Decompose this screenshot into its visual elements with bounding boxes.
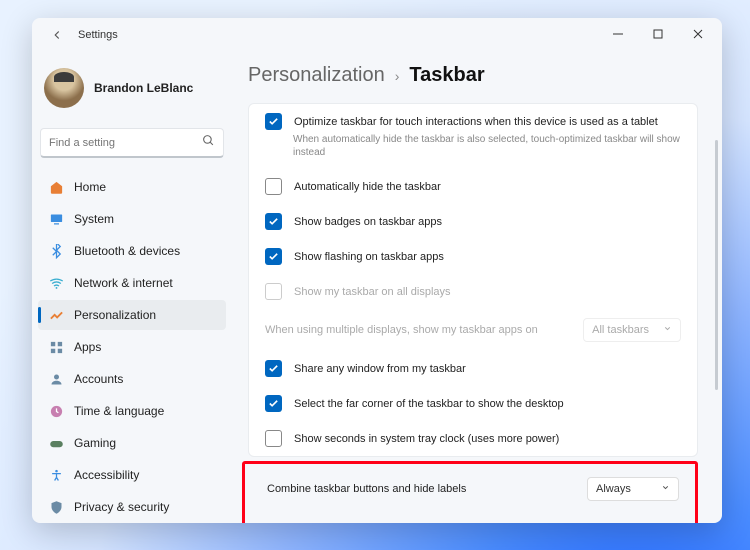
personalization-icon	[48, 307, 64, 323]
setting-label: Combine taskbar buttons and hide labels	[267, 483, 466, 495]
checkbox-icon[interactable]	[265, 395, 282, 412]
checkbox-icon[interactable]	[265, 178, 282, 195]
setting-label: Show seconds in system tray clock (uses …	[294, 433, 559, 445]
search-input[interactable]	[49, 137, 202, 149]
setting-combine-primary: Combine taskbar buttons and hide labels …	[245, 466, 695, 512]
sidebar-item-privacy[interactable]: Privacy & security	[38, 492, 226, 522]
setting-subtext: When automatically hide the taskbar is a…	[249, 133, 697, 169]
scrollbar[interactable]	[715, 140, 718, 390]
chevron-right-icon: ›	[395, 68, 400, 84]
setting-share-window[interactable]: Share any window from my taskbar	[249, 351, 697, 386]
setting-multi-display: When using multiple displays, show my ta…	[249, 309, 697, 351]
setting-label: Automatically hide the taskbar	[294, 181, 441, 193]
gaming-icon	[48, 435, 64, 451]
sidebar-item-label: Apps	[74, 340, 101, 354]
sidebar: Brandon LeBlanc Home System Bluetooth & de…	[32, 50, 232, 523]
chevron-down-icon	[661, 483, 670, 495]
system-icon	[48, 211, 64, 227]
network-icon	[48, 275, 64, 291]
setting-label: Show flashing on taskbar apps	[294, 251, 444, 263]
sidebar-item-label: Gaming	[74, 436, 116, 450]
avatar	[44, 68, 84, 108]
sidebar-item-label: Accessibility	[74, 468, 139, 482]
setting-label: Show badges on taskbar apps	[294, 216, 442, 228]
sidebar-item-time[interactable]: Time & language	[38, 396, 226, 426]
minimize-button[interactable]	[598, 20, 638, 48]
sidebar-item-gaming[interactable]: Gaming	[38, 428, 226, 458]
settings-panel: Optimize taskbar for touch interactions …	[248, 103, 698, 457]
setting-far-corner[interactable]: Select the far corner of the taskbar to …	[249, 386, 697, 421]
setting-show-seconds[interactable]: Show seconds in system tray clock (uses …	[249, 421, 697, 456]
home-icon	[48, 179, 64, 195]
sidebar-item-network[interactable]: Network & internet	[38, 268, 226, 298]
close-button[interactable]	[678, 20, 718, 48]
bluetooth-icon	[48, 243, 64, 259]
checkbox-icon[interactable]	[265, 213, 282, 230]
setting-label: Optimize taskbar for touch interactions …	[294, 116, 658, 128]
setting-flashing[interactable]: Show flashing on taskbar apps	[249, 239, 697, 274]
setting-label: Show my taskbar on all displays	[294, 286, 451, 298]
titlebar: Settings	[32, 18, 722, 50]
privacy-icon	[48, 499, 64, 515]
checkbox-icon	[265, 283, 282, 300]
chevron-down-icon	[663, 324, 672, 336]
setting-auto-hide[interactable]: Automatically hide the taskbar	[249, 169, 697, 204]
sidebar-item-label: Home	[74, 180, 106, 194]
sidebar-item-apps[interactable]: Apps	[38, 332, 226, 362]
sidebar-item-bluetooth[interactable]: Bluetooth & devices	[38, 236, 226, 266]
sidebar-item-system[interactable]: System	[38, 204, 226, 234]
highlighted-settings: Combine taskbar buttons and hide labels …	[242, 461, 698, 523]
sidebar-item-label: Accounts	[74, 372, 123, 386]
time-icon	[48, 403, 64, 419]
setting-label: Share any window from my taskbar	[294, 363, 466, 375]
sidebar-item-label: Network & internet	[74, 276, 173, 290]
breadcrumb-parent[interactable]: Personalization	[248, 64, 385, 87]
checkbox-icon[interactable]	[265, 360, 282, 377]
setting-combine-other: Combine taskbar buttons and hide labels …	[245, 512, 695, 523]
setting-badges[interactable]: Show badges on taskbar apps	[249, 204, 697, 239]
app-title: Settings	[78, 29, 118, 41]
checkbox-icon[interactable]	[265, 248, 282, 265]
profile-name: Brandon LeBlanc	[94, 81, 193, 95]
sidebar-item-accessibility[interactable]: Accessibility	[38, 460, 226, 490]
sidebar-item-label: Personalization	[74, 308, 156, 322]
sidebar-item-home[interactable]: Home	[38, 172, 226, 202]
sidebar-item-accounts[interactable]: Accounts	[38, 364, 226, 394]
profile[interactable]: Brandon LeBlanc	[38, 54, 226, 124]
accessibility-icon	[48, 467, 64, 483]
search-box[interactable]	[40, 128, 224, 158]
apps-icon	[48, 339, 64, 355]
settings-window: Settings Brandon LeBlanc Home System Bluet…	[32, 18, 722, 523]
setting-all-displays: Show my taskbar on all displays	[249, 274, 697, 309]
breadcrumb-current: Taskbar	[409, 64, 484, 87]
content-area: Personalization › Taskbar Optimize taskb…	[232, 50, 722, 523]
sidebar-item-label: Privacy & security	[74, 500, 169, 514]
checkbox-icon[interactable]	[265, 430, 282, 447]
search-icon	[202, 134, 215, 152]
sidebar-item-personalization[interactable]: Personalization	[38, 300, 226, 330]
sidebar-item-label: Time & language	[74, 404, 164, 418]
sidebar-item-label: Bluetooth & devices	[74, 244, 180, 258]
dropdown-combine-primary[interactable]: Always	[587, 477, 679, 501]
setting-label: When using multiple displays, show my ta…	[265, 324, 538, 336]
breadcrumb: Personalization › Taskbar	[248, 64, 722, 87]
accounts-icon	[48, 371, 64, 387]
sidebar-item-label: System	[74, 212, 114, 226]
back-button[interactable]	[48, 26, 66, 44]
setting-label: Select the far corner of the taskbar to …	[294, 398, 564, 410]
maximize-button[interactable]	[638, 20, 678, 48]
dropdown-multi-display: All taskbars	[583, 318, 681, 342]
checkbox-icon[interactable]	[265, 113, 282, 130]
